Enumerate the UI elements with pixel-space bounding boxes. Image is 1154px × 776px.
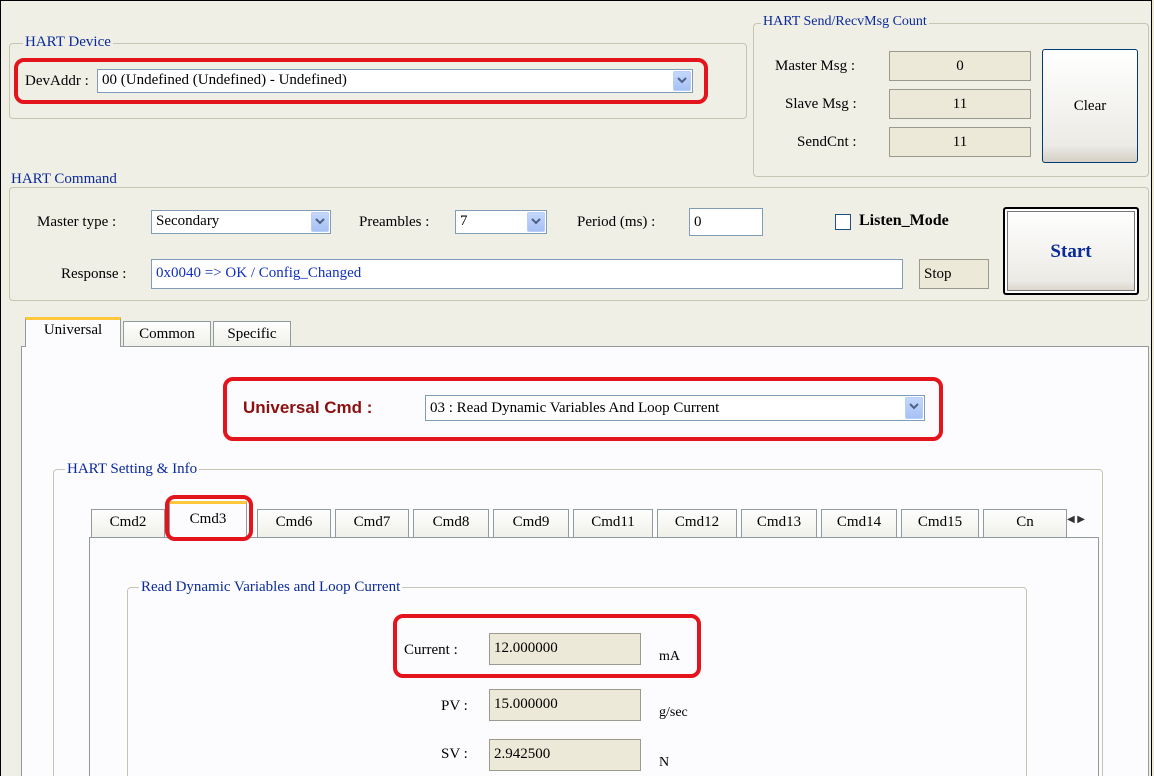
sv-label: SV : — [441, 746, 468, 762]
tab-cmd2[interactable]: Cmd2 — [91, 509, 165, 537]
current-highlight — [393, 614, 701, 678]
scroll-left-icon[interactable]: ◀ — [1067, 514, 1075, 525]
tab-scroll-arrows[interactable]: ◀ ▶ — [1067, 511, 1097, 529]
universal-cmd-highlight — [223, 377, 943, 441]
master-msg-label: Master Msg : — [775, 58, 855, 74]
scroll-right-icon[interactable]: ▶ — [1077, 514, 1085, 525]
chevron-down-icon[interactable] — [311, 212, 329, 232]
tab-cn[interactable]: Cn — [983, 509, 1067, 537]
sv-value: 2.942500 — [489, 739, 641, 771]
sendcnt-value: 11 — [889, 127, 1031, 157]
preambles-combo[interactable]: 7 — [455, 210, 547, 234]
msg-count-title: HART Send/RecvMsg Count — [761, 14, 929, 30]
preambles-label: Preambles : — [359, 214, 430, 230]
hart-setting-title: HART Setting & Info — [65, 461, 200, 477]
tab-common[interactable]: Common — [123, 321, 211, 347]
slave-msg-value: 11 — [889, 89, 1031, 119]
master-msg-value: 0 — [889, 51, 1031, 81]
tab-cmd6[interactable]: Cmd6 — [257, 509, 331, 537]
tab-specific[interactable]: Specific — [213, 321, 291, 347]
response-field: 0x0040 => OK / Config_Changed — [151, 259, 903, 289]
devaddr-highlight — [14, 58, 708, 104]
pv-label: PV : — [441, 698, 468, 714]
master-type-combo[interactable]: Secondary — [151, 210, 331, 234]
start-button[interactable]: Start — [1003, 207, 1139, 295]
clear-button[interactable]: Clear — [1042, 49, 1138, 163]
hart-command-title: HART Command — [9, 171, 119, 187]
start-label: Start — [1050, 241, 1092, 262]
tab-cmd9[interactable]: Cmd9 — [493, 509, 569, 537]
tab-cmd12[interactable]: Cmd12 — [657, 509, 737, 537]
hart-device-title: HART Device — [23, 34, 113, 50]
tab-cmd8[interactable]: Cmd8 — [413, 509, 489, 537]
chevron-down-icon[interactable] — [527, 212, 545, 232]
tab-cmd15[interactable]: Cmd15 — [901, 509, 979, 537]
sendcnt-label: SendCnt : — [797, 134, 857, 150]
period-label: Period (ms) : — [577, 214, 656, 230]
tab-universal[interactable]: Universal — [25, 317, 121, 347]
preambles-value: 7 — [460, 213, 468, 229]
pv-unit: g/sec — [659, 705, 688, 720]
cmd3-tab-highlight — [165, 495, 253, 541]
master-type-value: Secondary — [156, 213, 220, 229]
response-label: Response : — [61, 266, 127, 282]
listen-mode-label: Listen_Mode — [859, 212, 949, 229]
slave-msg-label: Slave Msg : — [785, 96, 857, 112]
master-type-label: Master type : — [37, 214, 117, 230]
tab-cmd13[interactable]: Cmd13 — [741, 509, 817, 537]
dynamic-vars-title: Read Dynamic Variables and Loop Current — [139, 579, 403, 595]
tab-cmd14[interactable]: Cmd14 — [821, 509, 897, 537]
pv-value: 15.000000 — [489, 689, 641, 721]
tab-cmd7[interactable]: Cmd7 — [335, 509, 409, 537]
period-input[interactable]: 0 — [689, 208, 763, 236]
listen-mode-checkbox[interactable] — [835, 214, 851, 230]
app-window: HART Device DevAddr : 00 (Undefined (Und… — [0, 0, 1152, 776]
stop-indicator: Stop — [919, 259, 989, 289]
tab-cmd11[interactable]: Cmd11 — [573, 509, 653, 537]
sv-unit: N — [659, 755, 670, 770]
